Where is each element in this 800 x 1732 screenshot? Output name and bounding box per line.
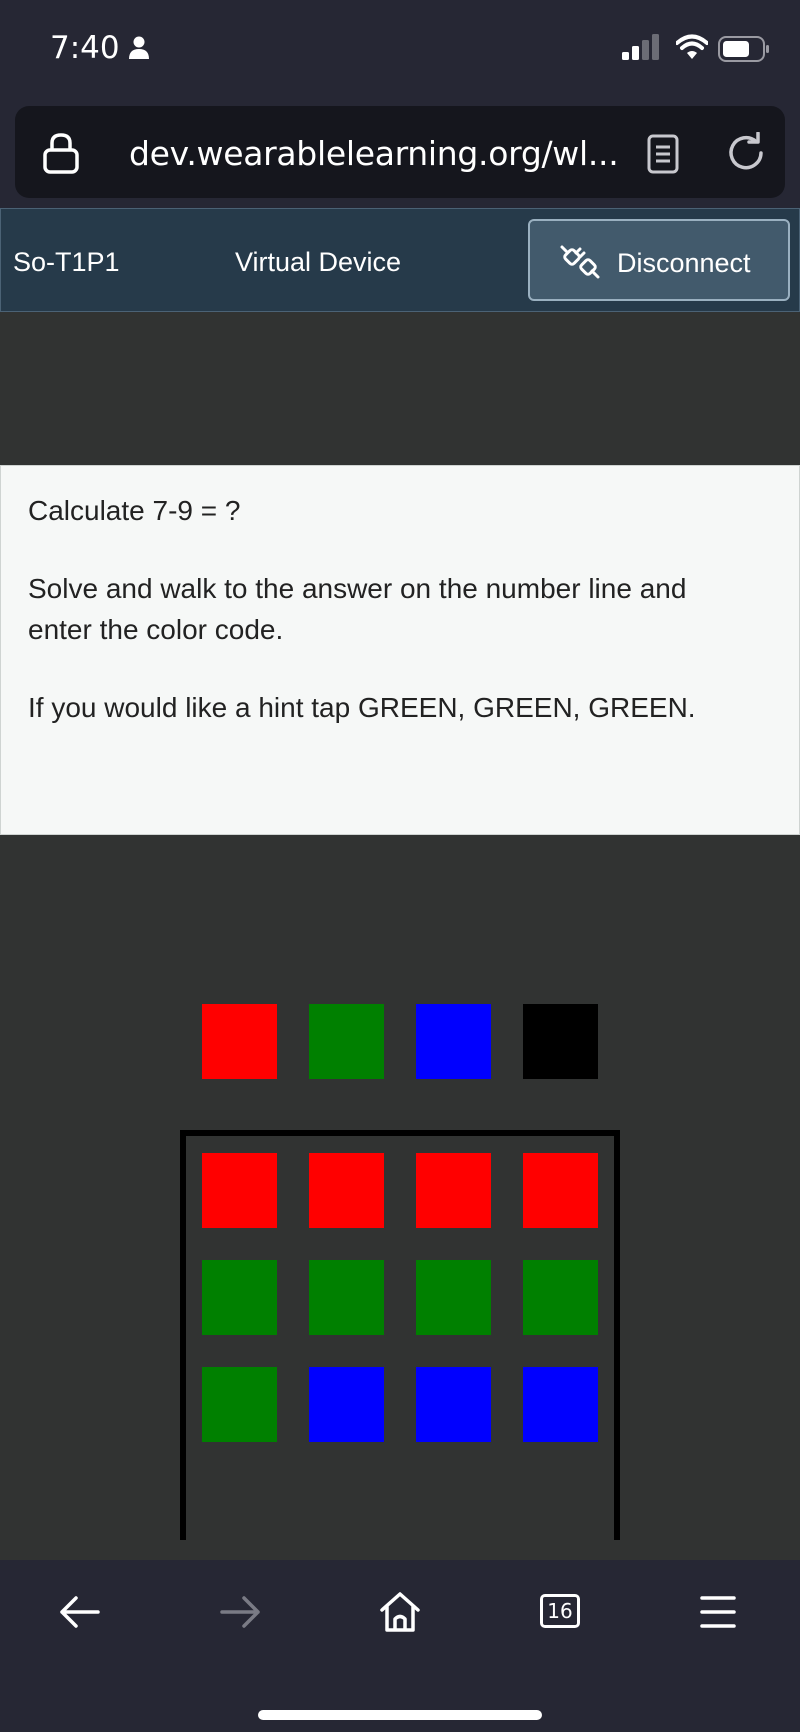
reader-mode-icon[interactable] <box>647 134 679 174</box>
cellular-signal-icon <box>622 34 659 60</box>
browser-toolbar: dev.wearablelearning.org/wl... <box>0 100 800 208</box>
address-bar[interactable]: dev.wearablelearning.org/wl... <box>15 106 785 198</box>
entered-green-square <box>416 1260 491 1335</box>
entered-green-square <box>202 1260 277 1335</box>
entered-red-square <box>416 1153 491 1228</box>
disconnect-label: Disconnect <box>617 248 751 278</box>
person-icon <box>129 36 149 59</box>
status-bar: 7:40 <box>0 0 800 100</box>
browser-bottom-bar: 16 <box>0 1560 800 1732</box>
battery-icon <box>718 36 769 62</box>
forward-arrow-icon[interactable] <box>218 1590 262 1634</box>
app-header: So-T1P1 Virtual Device Disconnect <box>0 208 800 312</box>
status-time: 7:40 <box>50 30 120 66</box>
entered-green-square <box>309 1260 384 1335</box>
green-color-button[interactable] <box>309 1004 384 1079</box>
black-color-button[interactable] <box>523 1004 598 1079</box>
question-text: Calculate 7-9 = ? <box>28 495 241 526</box>
entered-blue-square <box>523 1367 598 1442</box>
back-arrow-icon[interactable] <box>58 1590 102 1634</box>
instructions-text: Solve and walk to the answer on the numb… <box>28 573 687 645</box>
entered-red-square <box>309 1153 384 1228</box>
entered-red-square <box>523 1153 598 1228</box>
device-label: Virtual Device <box>235 247 402 277</box>
url-text[interactable]: dev.wearablelearning.org/wl... <box>129 134 619 173</box>
blue-color-button[interactable] <box>416 1004 491 1079</box>
home-icon[interactable] <box>378 1590 422 1634</box>
disconnect-button[interactable]: Disconnect <box>528 219 790 301</box>
lock-icon <box>43 133 79 174</box>
tabs-button[interactable]: 16 <box>540 1594 580 1628</box>
prompt-card: Calculate 7-9 = ? Solve and walk to the … <box>0 465 800 835</box>
entered-blue-square <box>309 1367 384 1442</box>
player-id: So-T1P1 <box>13 247 120 277</box>
wifi-icon <box>676 34 708 59</box>
hint-text: If you would like a hint tap GREEN, GREE… <box>28 692 696 723</box>
entered-green-square <box>523 1260 598 1335</box>
entered-blue-square <box>416 1367 491 1442</box>
plug-disconnect-icon <box>560 245 600 279</box>
menu-icon[interactable] <box>700 1590 736 1634</box>
entered-red-square <box>202 1153 277 1228</box>
reload-icon[interactable] <box>725 132 767 174</box>
entered-green-square <box>202 1367 277 1442</box>
home-indicator[interactable] <box>258 1710 542 1720</box>
red-color-button[interactable] <box>202 1004 277 1079</box>
